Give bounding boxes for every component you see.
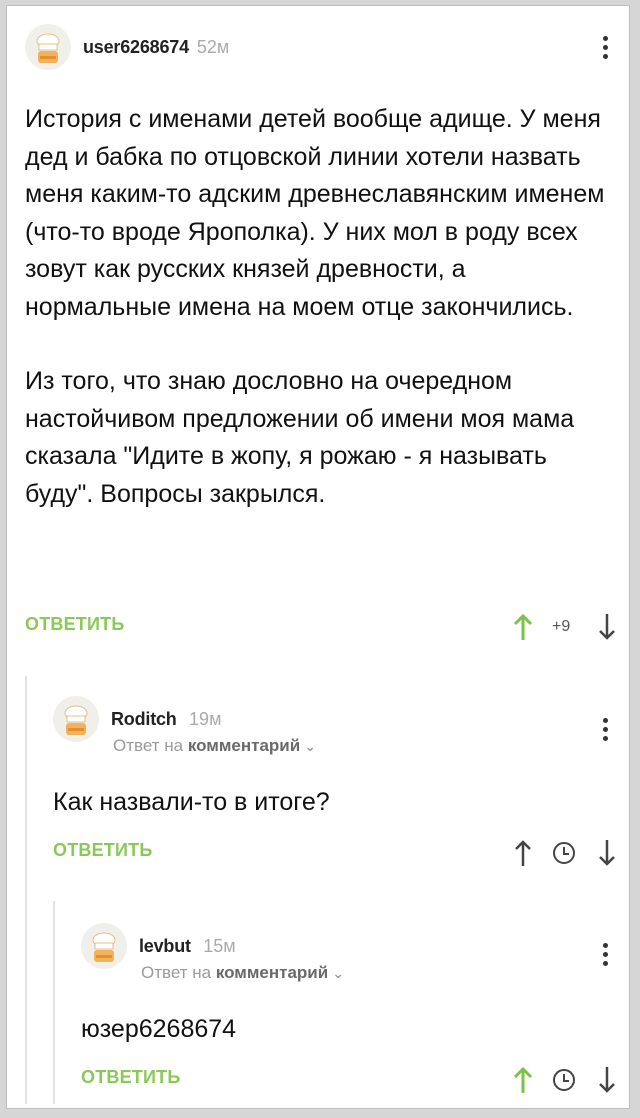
chef-hat-avatar-icon[interactable] [81, 923, 127, 969]
arrow-up-icon[interactable] [512, 1066, 534, 1094]
arrow-down-icon[interactable] [596, 613, 618, 641]
chevron-down-icon[interactable]: ⌄ [304, 738, 316, 754]
clock-icon [553, 1069, 575, 1091]
reply-to-prefix: Ответ на [113, 736, 184, 755]
comment-body: История с именами детей вообще адище. У … [25, 101, 615, 513]
reply-button[interactable]: ОТВЕТИТЬ [25, 614, 124, 635]
comment-score: +9 [552, 618, 571, 635]
arrow-up-icon[interactable] [512, 839, 534, 867]
comment-3: levbut 15м Ответ на комментарий ⌄ юзер626… [7, 901, 631, 1106]
kebab-menu-icon[interactable] [603, 36, 609, 63]
comment-1: user6268674 52м История с именами детей … [7, 6, 631, 666]
clock-icon [553, 842, 575, 864]
chef-hat-avatar-icon[interactable] [25, 24, 71, 70]
arrow-up-icon[interactable] [512, 613, 534, 641]
chevron-down-icon[interactable]: ⌄ [332, 965, 344, 981]
arrow-down-icon[interactable] [596, 1066, 618, 1094]
reply-to-target[interactable]: комментарий [216, 963, 328, 982]
comments-card: user6268674 52м История с именами детей … [6, 5, 630, 1109]
reply-button[interactable]: ОТВЕТИТЬ [53, 840, 152, 861]
username[interactable]: levbut [139, 936, 191, 956]
comment-body: Как назвали-то в итоге? [53, 788, 330, 816]
kebab-menu-icon[interactable] [603, 943, 609, 970]
comment-time: 52м [196, 36, 230, 57]
arrow-down-icon[interactable] [596, 839, 618, 867]
comment-paragraph: История с именами детей вообще адище. У … [25, 105, 605, 321]
reply-to-target[interactable]: комментарий [188, 736, 300, 755]
kebab-menu-icon[interactable] [603, 718, 609, 745]
reply-to-prefix: Ответ на [141, 963, 212, 982]
reply-to-link[interactable]: Ответ на комментарий ⌄ [141, 963, 344, 983]
username[interactable]: Roditch [111, 709, 177, 729]
comment-2: Roditch 19м Ответ на комментарий ⌄ Как на… [7, 676, 631, 886]
comment-time: 15м [203, 935, 236, 956]
comment-paragraph: Из того, что знаю дословно на очередном … [25, 367, 575, 508]
reply-button[interactable]: ОТВЕТИТЬ [81, 1067, 180, 1088]
reply-to-link[interactable]: Ответ на комментарий ⌄ [113, 736, 316, 756]
comment-header: user6268674 52м [25, 24, 229, 70]
comment-body: юзер6268674 [81, 1015, 237, 1043]
chef-hat-avatar-icon[interactable] [53, 696, 99, 742]
username[interactable]: user6268674 [83, 37, 189, 58]
comment-time: 19м [189, 708, 222, 729]
